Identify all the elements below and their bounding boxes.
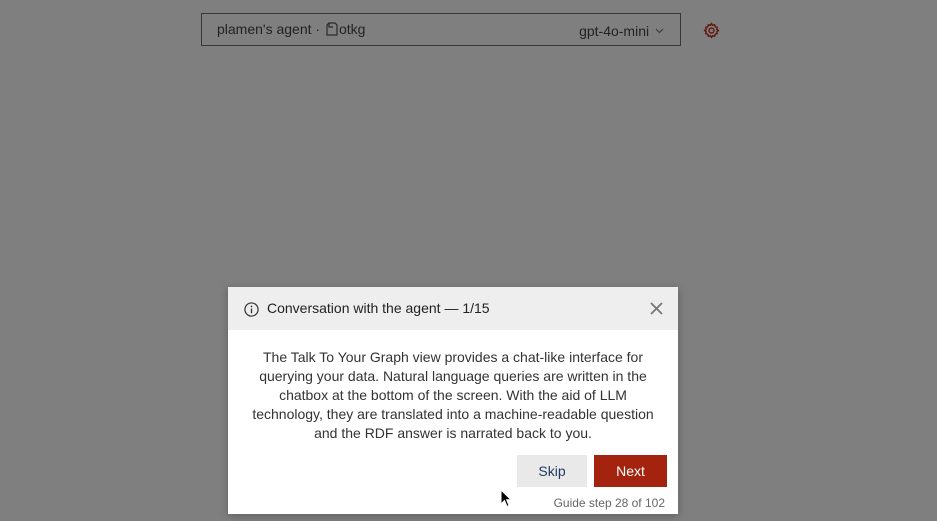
info-icon	[244, 302, 259, 317]
guide-dialog-body: The Talk To Your Graph view provides a c…	[252, 349, 654, 441]
mouse-cursor-icon	[500, 488, 513, 509]
guide-step-counter: Guide step 28 of 102	[553, 496, 665, 510]
next-button[interactable]: Next	[594, 455, 667, 487]
close-icon[interactable]	[649, 301, 664, 316]
guide-dialog-title: Conversation with the agent — 1/15	[267, 300, 490, 316]
skip-button[interactable]: Skip	[517, 455, 587, 487]
guide-dialog: Conversation with the agent — 1/15 The T…	[228, 287, 678, 514]
guide-dialog-header: Conversation with the agent — 1/15	[228, 287, 678, 330]
